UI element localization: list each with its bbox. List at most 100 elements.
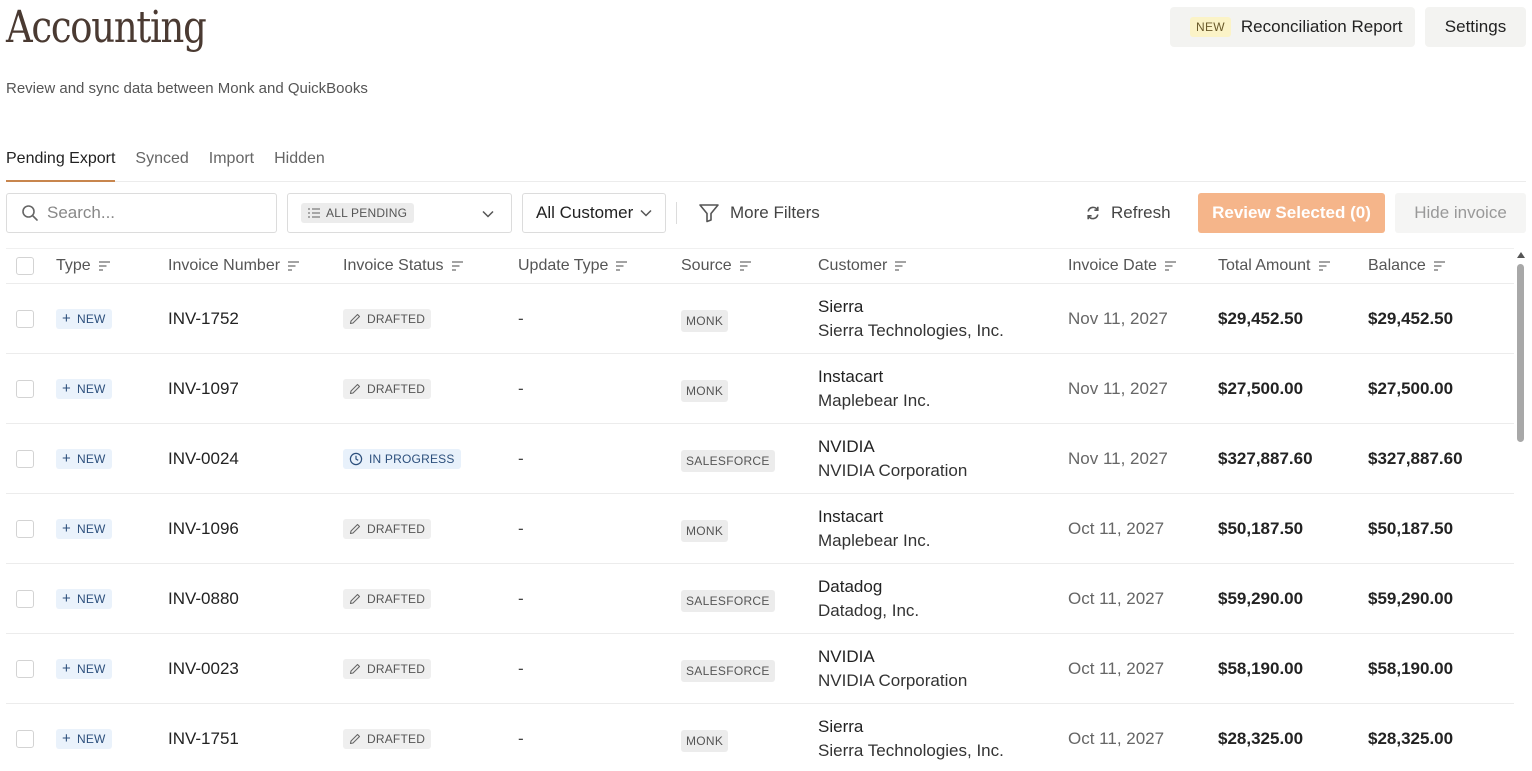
column-header-balance[interactable]: Balance [1368, 249, 1446, 283]
review-selected-button[interactable]: Review Selected (0) [1198, 193, 1385, 233]
row-checkbox[interactable] [16, 379, 34, 398]
pencil-icon [349, 383, 361, 394]
type-badge-label: NEW [76, 451, 106, 466]
column-header-invoice-number[interactable]: Invoice Number [168, 249, 300, 283]
balance-amount: $58,190.00 [1368, 658, 1454, 678]
table-row[interactable]: + NEW INV-1751 DRAFTED - MONK Sierra Sierra Tec… [6, 704, 1514, 771]
status-badge: DRAFTED [343, 518, 432, 539]
balance-amount: $50,187.50 [1368, 518, 1454, 538]
reconciliation-report-button[interactable]: NEW Reconciliation Report [1170, 7, 1415, 47]
page-subtitle: Review and sync data between Monk and Qu… [6, 80, 368, 97]
tab-pending-export[interactable]: Pending Export [6, 148, 116, 182]
status-badge-label: DRAFTED [367, 661, 426, 676]
search-box[interactable] [6, 193, 277, 233]
source-badge: MONK [681, 519, 729, 542]
column-header-source[interactable]: Source [681, 249, 752, 283]
status-badge: IN PROGRESS [343, 448, 461, 469]
column-header-total-amount[interactable]: Total Amount [1218, 249, 1331, 283]
refresh-icon [1087, 206, 1099, 220]
type-badge-label: NEW [76, 521, 106, 536]
invoice-number[interactable]: INV-1752 [168, 309, 239, 329]
invoice-number[interactable]: INV-0024 [168, 449, 239, 469]
status-badge: DRAFTED [343, 728, 432, 749]
type-badge: + NEW [56, 588, 112, 609]
row-checkbox[interactable] [16, 729, 34, 748]
table-row[interactable]: + NEW INV-0024 IN PROGRESS - SALESFORCE NVIDIA… [6, 424, 1514, 494]
pencil-icon [349, 733, 361, 744]
balance-amount: $29,452.50 [1368, 308, 1454, 328]
column-header-invoice-status[interactable]: Invoice Status [343, 249, 464, 283]
invoice-date: Oct 11, 2027 [1068, 658, 1165, 678]
reconciliation-report-label: Reconciliation Report [1240, 17, 1403, 36]
customer-filter-select[interactable]: All Customer [522, 193, 666, 233]
type-badge-label: NEW [76, 311, 106, 326]
column-header-label: Total Amount [1218, 257, 1311, 274]
total-amount: $27,500.00 [1218, 378, 1304, 398]
toolbar-divider [676, 202, 677, 224]
invoice-number[interactable]: INV-0023 [168, 659, 239, 679]
customer-name: Datadog [818, 576, 883, 596]
row-checkbox[interactable] [16, 309, 34, 328]
tab-hidden[interactable]: Hidden [274, 148, 325, 182]
column-header-type[interactable]: Type [56, 249, 111, 283]
column-header-invoice-date[interactable]: Invoice Date [1068, 249, 1177, 283]
total-amount: $58,190.00 [1218, 658, 1304, 678]
table-scrollbar[interactable] [1515, 248, 1526, 771]
table-row[interactable]: + NEW INV-1752 DRAFTED - MONK Sierra Sierra Tec… [6, 284, 1514, 354]
column-header-customer[interactable]: Customer [818, 249, 907, 283]
table-row[interactable]: + NEW INV-1097 DRAFTED - MONK Instacart Maplebe… [6, 354, 1514, 424]
type-badge: + NEW [56, 448, 112, 469]
scroll-up-arrow-icon[interactable] [1517, 252, 1525, 258]
type-badge: + NEW [56, 658, 112, 679]
invoice-number[interactable]: INV-1751 [168, 729, 239, 749]
plus-icon: + [62, 519, 71, 537]
table-row[interactable]: + NEW INV-0880 DRAFTED - SALESFORCE Datadog Dat… [6, 564, 1514, 634]
scroll-thumb[interactable] [1517, 264, 1524, 442]
status-badge-label: DRAFTED [367, 381, 426, 396]
balance-amount: $27,500.00 [1368, 378, 1454, 398]
invoice-number[interactable]: INV-0880 [168, 589, 239, 609]
more-filters-button[interactable]: More Filters [698, 193, 820, 233]
select-all-checkbox[interactable] [16, 257, 34, 275]
plus-icon: + [62, 589, 71, 607]
invoice-date: Oct 11, 2027 [1068, 728, 1165, 748]
hide-invoice-button[interactable]: Hide invoice [1395, 193, 1526, 233]
row-checkbox[interactable] [16, 519, 34, 538]
status-badge: DRAFTED [343, 378, 432, 399]
source-badge: SALESFORCE [681, 659, 775, 682]
sort-icon [451, 261, 463, 271]
type-badge: + NEW [56, 518, 112, 539]
table-row[interactable]: + NEW INV-0023 DRAFTED - SALESFORCE NVIDIA NVID… [6, 634, 1514, 704]
more-filters-label: More Filters [730, 203, 820, 222]
invoice-number[interactable]: INV-1097 [168, 379, 239, 399]
row-checkbox[interactable] [16, 659, 34, 678]
source-badge: SALESFORCE [681, 449, 775, 472]
update-type: - [518, 588, 524, 608]
column-header-label: Customer [818, 257, 888, 274]
table-row[interactable]: + NEW INV-1096 DRAFTED - MONK Instacart Maplebe… [6, 494, 1514, 564]
table-header-row: Type Invoice Number Invoice Status Updat… [6, 249, 1514, 284]
column-header-update-type[interactable]: Update Type [518, 249, 628, 283]
update-type: - [518, 308, 524, 328]
tab-synced[interactable]: Synced [135, 148, 188, 182]
row-checkbox[interactable] [16, 589, 34, 608]
search-input[interactable] [47, 203, 247, 223]
sort-icon [1318, 261, 1330, 271]
row-checkbox[interactable] [16, 449, 34, 468]
invoice-number[interactable]: INV-1096 [168, 519, 239, 539]
column-header-label: Balance [1368, 257, 1426, 274]
column-header-label: Invoice Number [168, 257, 281, 274]
status-filter-select[interactable]: ALL PENDING [287, 193, 512, 233]
funnel-icon [699, 204, 719, 223]
pencil-icon [349, 313, 361, 324]
refresh-label: Refresh [1111, 203, 1171, 222]
customer-filter-value: All Customer [536, 203, 634, 222]
settings-button[interactable]: Settings [1425, 7, 1526, 47]
tab-import[interactable]: Import [209, 148, 254, 182]
update-type: - [518, 448, 524, 468]
status-badge-label: DRAFTED [367, 311, 426, 326]
customer-name: Sierra [818, 716, 864, 736]
invoice-date: Nov 11, 2027 [1068, 308, 1168, 328]
plus-icon: + [62, 309, 71, 327]
refresh-button[interactable]: Refresh [1085, 193, 1171, 233]
